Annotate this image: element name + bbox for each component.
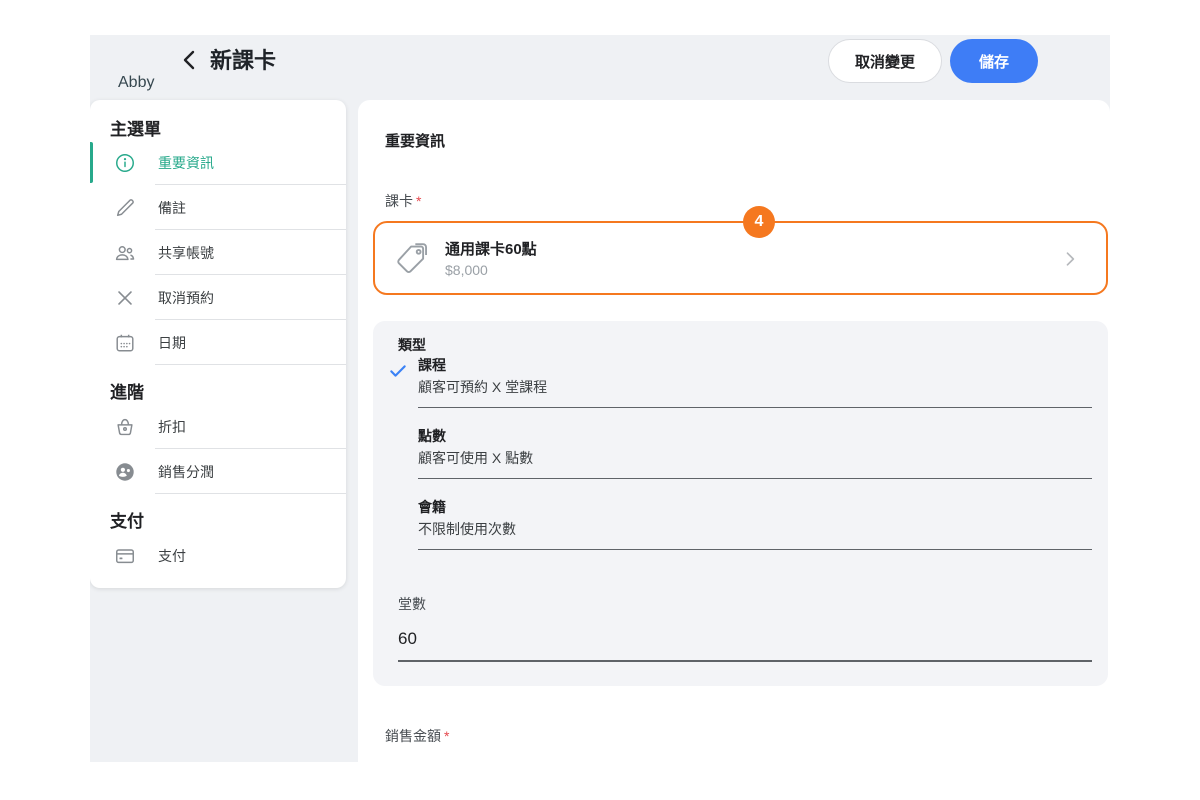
save-button[interactable]: 儲存	[950, 39, 1038, 83]
sidebar-item-dates[interactable]: 日期	[90, 320, 346, 365]
type-group: 類型 課程 顧客可預約 X 堂課程 點數 顧客可使用 X 點數	[373, 321, 1108, 686]
pencil-icon	[114, 197, 136, 219]
sidebar-item-label: 日期	[158, 333, 186, 353]
type-option-course[interactable]: 課程 顧客可預約 X 堂課程	[388, 355, 1092, 426]
sidebar-item-revenue-share[interactable]: 銷售分潤	[90, 449, 346, 494]
required-asterisk: *	[444, 728, 449, 744]
section-title: 重要資訊	[385, 130, 1108, 151]
type-option-membership[interactable]: 會籍 不限制使用次數	[388, 497, 1092, 568]
back-button[interactable]	[178, 47, 204, 73]
sidebar-item-label: 折扣	[158, 417, 186, 437]
required-asterisk: *	[416, 193, 421, 209]
main-panel: 重要資訊 課卡* 4 通用課卡60點 $8,000 類型	[358, 100, 1110, 762]
sidebar-item-cancel-booking[interactable]: 取消預約	[90, 275, 346, 320]
sale-amount-field: 8000	[385, 761, 1108, 763]
calendar-icon	[114, 332, 136, 354]
x-icon	[114, 287, 136, 309]
check-placeholder	[388, 497, 418, 568]
chevron-left-icon	[178, 48, 204, 72]
sidebar-item-label: 支付	[158, 546, 186, 566]
sidebar-section-main: 主選單	[90, 100, 346, 140]
selected-card-text: 通用課卡60點 $8,000	[445, 238, 537, 278]
cancel-changes-button[interactable]: 取消變更	[828, 39, 942, 83]
sidebar-item-payment[interactable]: 支付	[90, 533, 346, 578]
sessions-label: 堂數	[398, 594, 1092, 614]
type-label: 類型	[398, 335, 1092, 355]
sidebar-section-advanced: 進階	[90, 365, 346, 404]
revenue-share-icon	[114, 461, 136, 483]
type-option-title: 課程	[418, 355, 1092, 375]
sidebar-item-discounts[interactable]: 折扣	[90, 404, 346, 449]
type-option-description: 顧客可使用 X 點數	[418, 448, 1092, 468]
sidebar-item-label: 取消預約	[158, 288, 214, 308]
sessions-underline	[398, 660, 1092, 662]
info-icon	[114, 152, 136, 174]
sessions-field: 堂數 60	[398, 594, 1092, 662]
type-option-points[interactable]: 點數 顧客可使用 X 點數	[388, 426, 1092, 497]
step-badge: 4	[743, 206, 775, 238]
people-icon	[114, 242, 136, 264]
type-option-description: 顧客可預約 X 堂課程	[418, 377, 1092, 397]
sidebar: 主選單 重要資訊 備註 共享帳號	[90, 100, 346, 588]
sidebar-item-shared-accounts[interactable]: 共享帳號	[90, 230, 346, 275]
sidebar-item-label: 重要資訊	[158, 153, 214, 173]
sidebar-item-important-info[interactable]: 重要資訊	[90, 140, 346, 185]
sidebar-item-label: 備註	[158, 198, 186, 218]
chevron-right-icon	[1060, 249, 1080, 269]
type-option-title: 點數	[418, 426, 1092, 446]
price-tag-icon	[393, 239, 431, 277]
type-option-body: 會籍 不限制使用次數	[418, 497, 1092, 550]
credit-card-icon	[114, 545, 136, 567]
sale-amount-input[interactable]: 8000	[385, 761, 1108, 763]
sale-amount-label: 銷售金額*	[385, 726, 1108, 746]
page: 新課卡 Abby 取消變更 儲存 主選單 重要資訊 備註	[0, 0, 1200, 800]
type-option-description: 不限制使用次數	[418, 519, 1092, 539]
check-icon	[388, 355, 418, 426]
selected-card-price: $8,000	[445, 262, 537, 278]
course-card-label: 課卡*	[385, 191, 1108, 211]
page-subtitle: Abby	[118, 74, 154, 92]
check-placeholder	[388, 426, 418, 497]
sidebar-item-notes[interactable]: 備註	[90, 185, 346, 230]
app-window: 新課卡 Abby 取消變更 儲存 主選單 重要資訊 備註	[90, 35, 1110, 762]
sessions-input[interactable]: 60	[398, 629, 1092, 649]
sidebar-item-label: 銷售分潤	[158, 462, 214, 482]
page-title: 新課卡	[210, 43, 276, 75]
type-option-body: 點數 顧客可使用 X 點數	[418, 426, 1092, 479]
type-option-body: 課程 顧客可預約 X 堂課程	[418, 355, 1092, 408]
type-option-title: 會籍	[418, 497, 1092, 517]
sidebar-section-payment: 支付	[90, 494, 346, 533]
basket-icon	[114, 416, 136, 438]
sidebar-item-label: 共享帳號	[158, 243, 214, 263]
course-card-selector[interactable]: 4 通用課卡60點 $8,000	[373, 221, 1108, 295]
selected-card-name: 通用課卡60點	[445, 238, 537, 259]
